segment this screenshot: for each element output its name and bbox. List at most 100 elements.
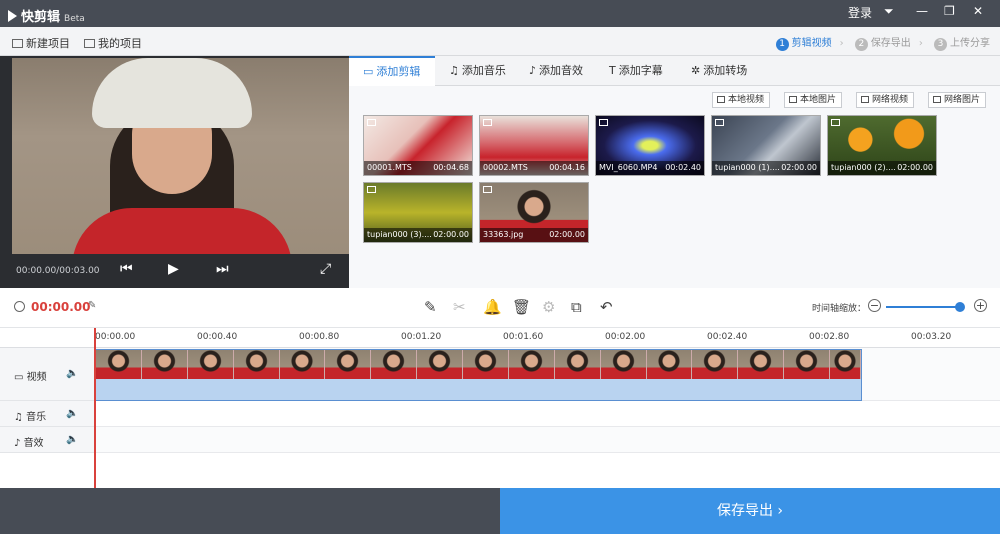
maximize-button[interactable]: ❐	[944, 4, 955, 18]
video-icon	[717, 96, 725, 103]
delete-icon[interactable]: 🗑	[512, 298, 531, 316]
image-badge-icon	[483, 186, 492, 193]
clip-frames	[96, 350, 861, 379]
sound-effect-icon: ♪	[14, 438, 24, 449]
edit-toolbar: 00:00.00 ✎ ✎ ✂ 🔔 🗑 ⚙ ⧉ ↶ 时间轴缩放： − +	[0, 288, 1000, 328]
image-icon	[933, 96, 941, 103]
volume-icon[interactable]: 🔈	[66, 434, 78, 445]
video-badge-icon	[599, 119, 608, 126]
ruler-tick: 00:02.80	[809, 332, 850, 342]
transition-icon: ✲	[691, 64, 701, 77]
bell-icon[interactable]: 🔔	[483, 298, 502, 316]
ruler-tick: 00:00.00	[95, 332, 136, 342]
preview-frame	[12, 58, 349, 254]
current-time: 00:00.00	[31, 300, 91, 314]
zoom-out-icon[interactable]: −	[868, 299, 881, 312]
edit-pencil-icon[interactable]: ✎	[424, 298, 437, 316]
title-bar: 快剪辑 Beta 登录 ⏷ — ❐ ✕	[0, 0, 1000, 27]
zoom-slider-handle[interactable]	[955, 302, 965, 312]
app-logo: 快剪辑 Beta	[8, 6, 85, 25]
tab-add-clip[interactable]: ▭ 添加剪辑	[349, 56, 435, 86]
online-video-button[interactable]: 网络视频	[856, 92, 915, 108]
video-preview: 00:00.00/00:03.00 ⏮ ▶ ⏭ ⤢	[0, 56, 349, 288]
my-projects-button[interactable]: 我的项目	[84, 35, 142, 51]
gear-icon[interactable]: ⚙	[542, 298, 555, 316]
volume-icon[interactable]: 🔈	[66, 368, 78, 379]
ruler-tick: 00:03.20	[911, 332, 952, 342]
video-clip[interactable]	[95, 349, 862, 401]
plus-box-icon	[12, 39, 23, 48]
login-button[interactable]: 登录	[848, 4, 872, 21]
ruler-tick: 00:02.00	[605, 332, 646, 342]
next-frame-icon[interactable]: ⏭	[216, 261, 229, 277]
media-item[interactable]: 00001.MTS 00:04.68	[363, 115, 473, 176]
volume-icon[interactable]: 🔈	[66, 408, 78, 419]
edit-time-icon[interactable]: ✎	[88, 300, 96, 311]
image-icon	[789, 96, 797, 103]
ruler-tick: 00:02.40	[707, 332, 748, 342]
local-video-button[interactable]: 本地视频	[712, 92, 771, 108]
local-image-button[interactable]: 本地图片	[784, 92, 843, 108]
ruler-tick: 00:01.20	[401, 332, 442, 342]
music-track-header: ♫ 音乐 🔈	[0, 401, 95, 427]
effects-track[interactable]	[95, 427, 1000, 453]
timeline-ruler[interactable]: 00:00.00 00:00.40 00:00.80 00:01.20 00:0…	[0, 328, 1000, 348]
footer-bar: 保存导出 ›	[0, 488, 1000, 534]
music-icon: ♫	[449, 64, 459, 77]
video-icon: ▭	[14, 372, 27, 383]
fullscreen-icon[interactable]: ⤢	[320, 261, 331, 277]
playhead[interactable]	[94, 328, 96, 488]
image-badge-icon	[367, 186, 376, 193]
ruler-tick: 00:01.60	[503, 332, 544, 342]
timeline-tracks: ▭ 视频 🔈 ♫ 音乐 🔈 ♪ 音效 🔈	[0, 348, 1000, 488]
save-export-button[interactable]: 保存导出 ›	[500, 488, 1000, 534]
new-project-label: 新建项目	[26, 37, 70, 50]
image-badge-icon	[715, 119, 724, 126]
effects-track-header: ♪ 音效 🔈	[0, 427, 95, 453]
media-library: 本地视频 本地图片 网络视频 网络图片 00001.MTS 00:04.68 00…	[349, 86, 1000, 288]
undo-icon[interactable]: ↶	[600, 298, 613, 316]
media-item[interactable]: tupian000 (2).... 02:00.00	[827, 115, 937, 176]
music-track[interactable]	[95, 401, 1000, 427]
previous-frame-icon[interactable]: ⏮	[120, 261, 133, 277]
menu-icon[interactable]: ⏷	[884, 4, 894, 19]
zoom-in-icon[interactable]: +	[974, 299, 987, 312]
app-title: 快剪辑	[21, 10, 61, 25]
play-icon[interactable]: ▶	[168, 261, 179, 277]
tab-add-sound-effect[interactable]: ♪ 添加音效	[525, 56, 605, 86]
media-item[interactable]: tupian000 (3).... 02:00.00	[363, 182, 473, 243]
media-item[interactable]: tupian000 (1).... 02:00.00	[711, 115, 821, 176]
sound-effect-icon: ♪	[529, 64, 537, 77]
folder-icon	[84, 39, 95, 48]
music-icon: ♫	[14, 412, 27, 423]
step-export: 2 保存导出 ›	[854, 34, 923, 51]
clock-icon	[14, 301, 25, 312]
minimize-button[interactable]: —	[916, 4, 928, 18]
media-item[interactable]: MVI_6060.MP4 00:02.40	[595, 115, 705, 176]
tab-add-transition[interactable]: ✲ 添加转场	[687, 56, 767, 86]
zoom-label: 时间轴缩放：	[812, 304, 867, 314]
beta-label: Beta	[64, 14, 85, 24]
asset-tabs: ▭ 添加剪辑 ♫ 添加音乐 ♪ 添加音效 T 添加字幕 ✲ 添加转场	[349, 56, 1000, 86]
my-projects-label: 我的项目	[98, 37, 142, 50]
effects-track-label: ♪ 音效	[14, 438, 44, 449]
cut-icon[interactable]: ✂	[453, 298, 466, 316]
text-icon: T	[609, 64, 616, 77]
zoom-slider-track[interactable]	[886, 306, 962, 308]
step-indicator: 1 剪辑视频 › 2 保存导出 › 3 上传分享	[768, 34, 990, 51]
ruler-tick: 00:00.40	[197, 332, 238, 342]
video-track-label: ▭ 视频	[14, 372, 47, 383]
video-icon	[861, 96, 869, 103]
tab-add-music[interactable]: ♫ 添加音乐	[445, 56, 525, 86]
media-item[interactable]: 00002.MTS 00:04.16	[479, 115, 589, 176]
preview-timecode: 00:00.00/00:03.00	[16, 266, 100, 276]
copy-icon[interactable]: ⧉	[571, 298, 582, 316]
online-image-button[interactable]: 网络图片	[928, 92, 987, 108]
project-toolbar: 新建项目 我的项目 1 剪辑视频 › 2 保存导出 › 3 上传分享	[0, 27, 1000, 56]
step-edit: 1 剪辑视频 ›	[775, 34, 844, 51]
close-button[interactable]: ✕	[973, 4, 983, 18]
tab-add-subtitle[interactable]: T 添加字幕	[605, 56, 685, 86]
new-project-button[interactable]: 新建项目	[12, 35, 70, 51]
video-badge-icon	[483, 119, 492, 126]
media-item[interactable]: 33363.jpg 02:00.00	[479, 182, 589, 243]
